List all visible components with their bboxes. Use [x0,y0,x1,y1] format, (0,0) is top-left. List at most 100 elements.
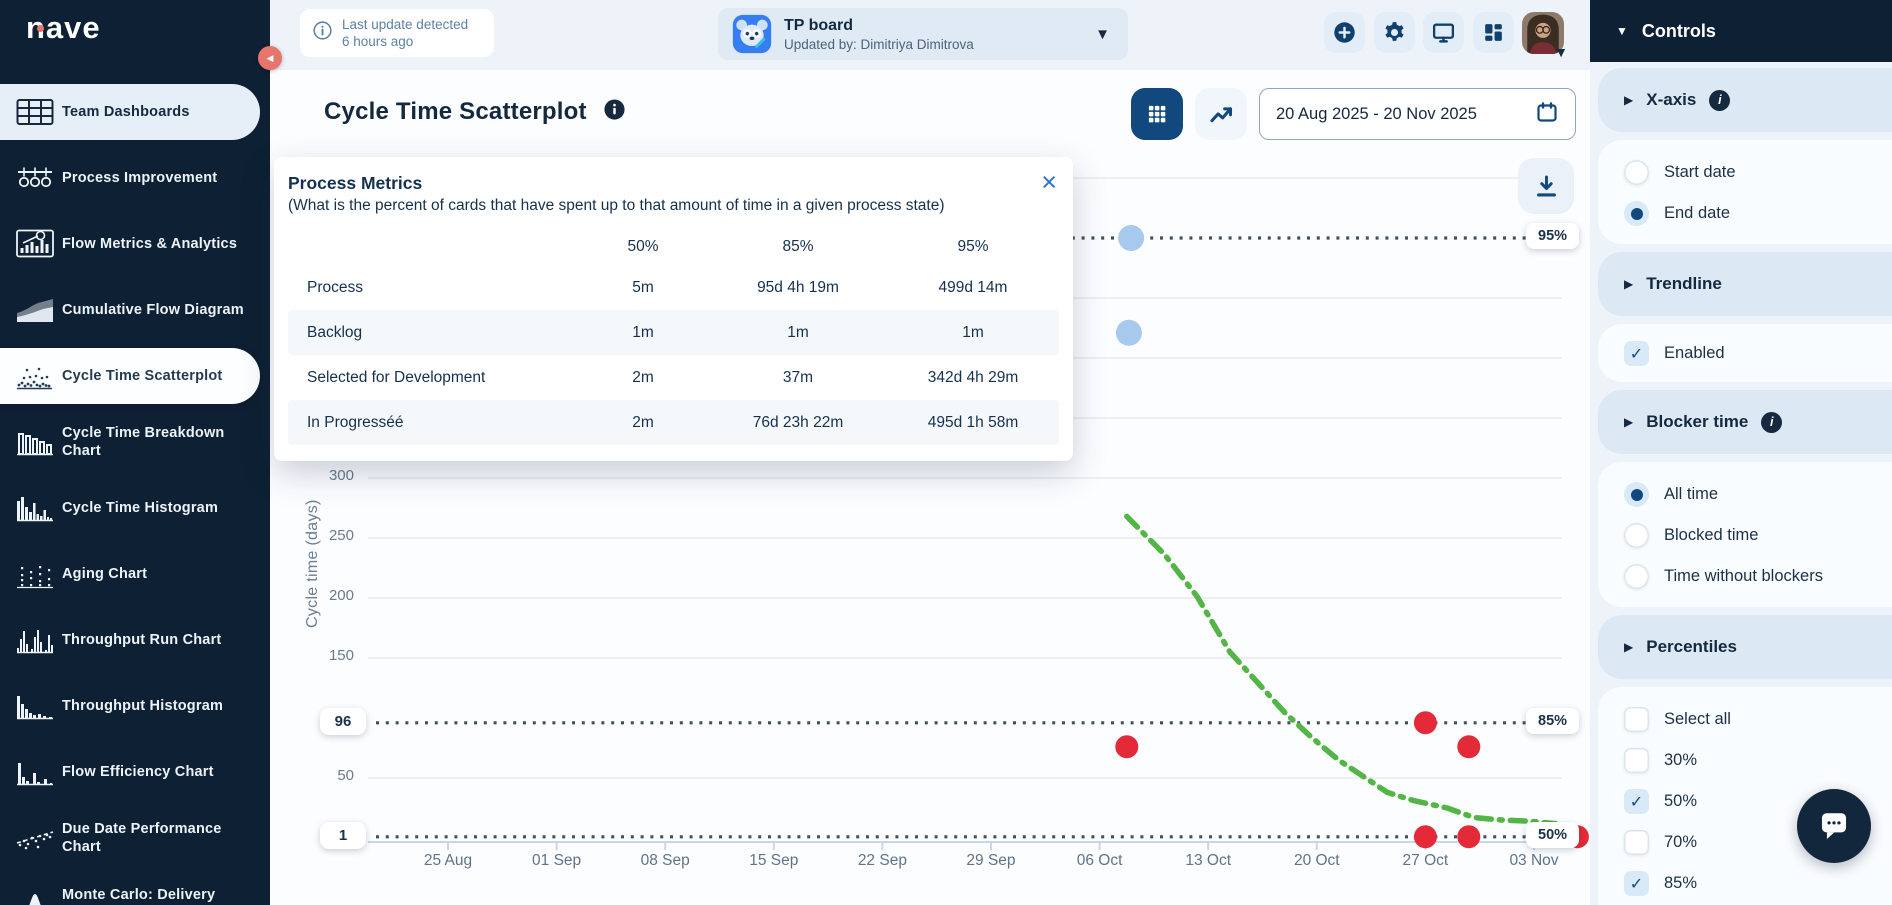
chart-info-icon[interactable] [603,98,626,126]
cycle-histogram-icon [16,493,62,523]
sidebar-item-label: Process Improvement [62,169,250,187]
sidebar-item-aging-chart[interactable]: Aging Chart [0,546,260,602]
sidebar-item-label: Aging Chart [62,565,250,583]
data-point[interactable] [1414,711,1437,734]
table-header-row: 50% 85% 95% [288,229,1059,265]
settings-button[interactable] [1374,12,1415,53]
sidebar-item-monte-carlo[interactable]: Monte Carlo: Delivery Date [0,876,260,905]
sidebar-item-cumulative-flow[interactable]: Cumulative Flow Diagram [0,282,260,338]
popup-title: Process Metrics [288,173,1059,194]
section-blocker-time[interactable]: ▶ Blocker time i [1598,390,1892,454]
trendline-toggle-button[interactable] [1195,88,1247,140]
section-trendline[interactable]: ▶ Trendline [1598,252,1892,316]
sidebar-item-cycle-time-breakdown[interactable]: Cycle Time Breakdown Chart [0,414,260,470]
sidebar-item-label: Team Dashboards [62,103,250,121]
x-axis-tick-label: 03 Nov [1489,852,1579,870]
sidebar-item-process-improvement[interactable]: Process Improvement [0,150,260,206]
sidebar-item-label: Flow Metrics & Analytics [62,235,250,253]
y-axis-tick-label: 200 [300,587,354,604]
checkbox-checked-icon: ✓ [1624,789,1649,814]
chevron-down-icon: ▼ [1554,44,1568,60]
controls-header[interactable]: ▼ Controls [1590,0,1892,62]
flow-metrics-icon [16,229,62,259]
data-point[interactable] [1457,825,1480,848]
chevron-right-icon: ▶ [1624,640,1633,654]
y-axis-tick-label: 300 [300,467,354,484]
checkbox-85[interactable]: ✓ 85% [1624,863,1892,904]
x-axis-tick-label: 13 Oct [1163,852,1253,870]
dashboard-layout-button[interactable] [1473,12,1514,53]
team-dashboards-icon [16,97,62,127]
x-axis-tick-label: 22 Sep [837,852,927,870]
efficiency-chart-icon [16,757,62,787]
sidebar-item-throughput-run-chart[interactable]: Throughput Run Chart [0,612,260,668]
checkbox-checked-icon: ✓ [1624,871,1649,896]
info-circle-icon [312,20,333,46]
radio-checked-icon [1624,482,1649,507]
section-x-axis[interactable]: ▶ X-axis i [1598,68,1892,132]
sidebar-item-label: Cumulative Flow Diagram [62,301,250,319]
radio-time-without-blockers[interactable]: Time without blockers [1624,556,1892,597]
radio-end-date[interactable]: End date [1624,193,1892,234]
board-avatar-icon [732,14,772,54]
add-dashboard-button[interactable] [1324,12,1365,53]
page-title: Cycle Time Scatterplot [324,98,587,126]
x-axis-tick-label: 20 Oct [1272,852,1362,870]
percentile-label: 85% [1526,708,1579,734]
outlier-point[interactable] [1116,320,1142,346]
chat-support-button[interactable] [1797,789,1871,863]
radio-start-date[interactable]: Start date [1624,152,1892,193]
sidebar-item-label: Cycle Time Breakdown Chart [62,424,250,460]
radio-all-time[interactable]: All time [1624,474,1892,515]
info-icon[interactable]: i [1709,90,1730,111]
board-updated-by: Updated by: Dimitriya Dimitrova [784,37,1095,52]
last-update-line1: Last update detected [342,17,468,32]
popup-subtitle: (What is the percent of cards that have … [288,197,1059,215]
date-range-picker[interactable]: 20 Aug 2025 - 20 Nov 2025 [1259,88,1576,140]
process-improvement-icon [16,163,62,193]
checkbox-select-all[interactable]: Select all [1624,699,1892,740]
sidebar-item-due-date-performance[interactable]: Due Date Performance Chart [0,810,260,866]
sidebar-item-cycle-time-scatterplot[interactable]: Cycle Time Scatterplot [0,348,260,404]
x-axis-tick-label: 06 Oct [1055,852,1145,870]
section-percentiles[interactable]: ▶ Percentiles [1598,615,1892,679]
main-content: Cycle Time Scatterplot 20 Aug 2025 - 20 … [270,70,1590,905]
date-range-value: 20 Aug 2025 - 20 Nov 2025 [1276,105,1477,124]
x-axis-tick-label: 27 Oct [1380,852,1470,870]
outlier-point[interactable] [1118,225,1144,251]
monte-carlo-icon [16,889,62,905]
checkbox-icon [1624,707,1649,732]
nave-logo[interactable]: nave [26,10,101,46]
sidebar-item-team-dashboards[interactable]: Team Dashboards [0,84,260,140]
y-axis-percentile-tick: 1 [320,822,366,849]
column-header-50: 50% [568,238,718,256]
data-point[interactable] [1115,735,1138,758]
data-point[interactable] [1457,735,1480,758]
table-row: Backlog1m1m1m [288,310,1059,355]
checkbox-trendline-enabled[interactable]: ✓ Enabled [1624,333,1892,374]
metrics-table-toggle-button[interactable] [1131,88,1183,140]
checkbox-30[interactable]: 30% [1624,740,1892,781]
blocker-time-options: All time Blocked time Time without block… [1598,462,1892,607]
close-icon[interactable]: × [1041,167,1057,197]
sidebar-item-label: Monte Carlo: Delivery Date [62,886,250,905]
sidebar-item-flow-metrics[interactable]: Flow Metrics & Analytics [0,216,260,272]
sidebar-collapse-button[interactable]: ◀ [258,46,282,70]
percentile-label: 50% [1526,822,1579,848]
sidebar-item-throughput-histogram[interactable]: Throughput Histogram [0,678,260,734]
info-icon[interactable]: i [1761,412,1782,433]
y-axis-percentile-tick: 96 [320,708,366,735]
board-selector[interactable]: TP board Updated by: Dimitriya Dimitrova… [718,8,1128,60]
data-point[interactable] [1414,825,1437,848]
table-row: Selected for Development2m37m342d 4h 29m [288,355,1059,400]
checkbox-checked-icon: ✓ [1624,341,1649,366]
sidebar-item-flow-efficiency[interactable]: Flow Efficiency Chart [0,744,260,800]
user-menu[interactable]: ▼ [1522,12,1564,54]
display-mode-button[interactable] [1423,12,1464,53]
sidebar-item-label: Throughput Histogram [62,697,250,715]
download-chart-button[interactable] [1518,158,1574,214]
radio-blocked-time[interactable]: Blocked time [1624,515,1892,556]
x-axis-tick-label: 25 Aug [403,852,493,870]
sidebar-item-cycle-time-histogram[interactable]: Cycle Time Histogram [0,480,260,536]
sidebar-menu: Team Dashboards Process Improvement Flow… [0,84,270,905]
